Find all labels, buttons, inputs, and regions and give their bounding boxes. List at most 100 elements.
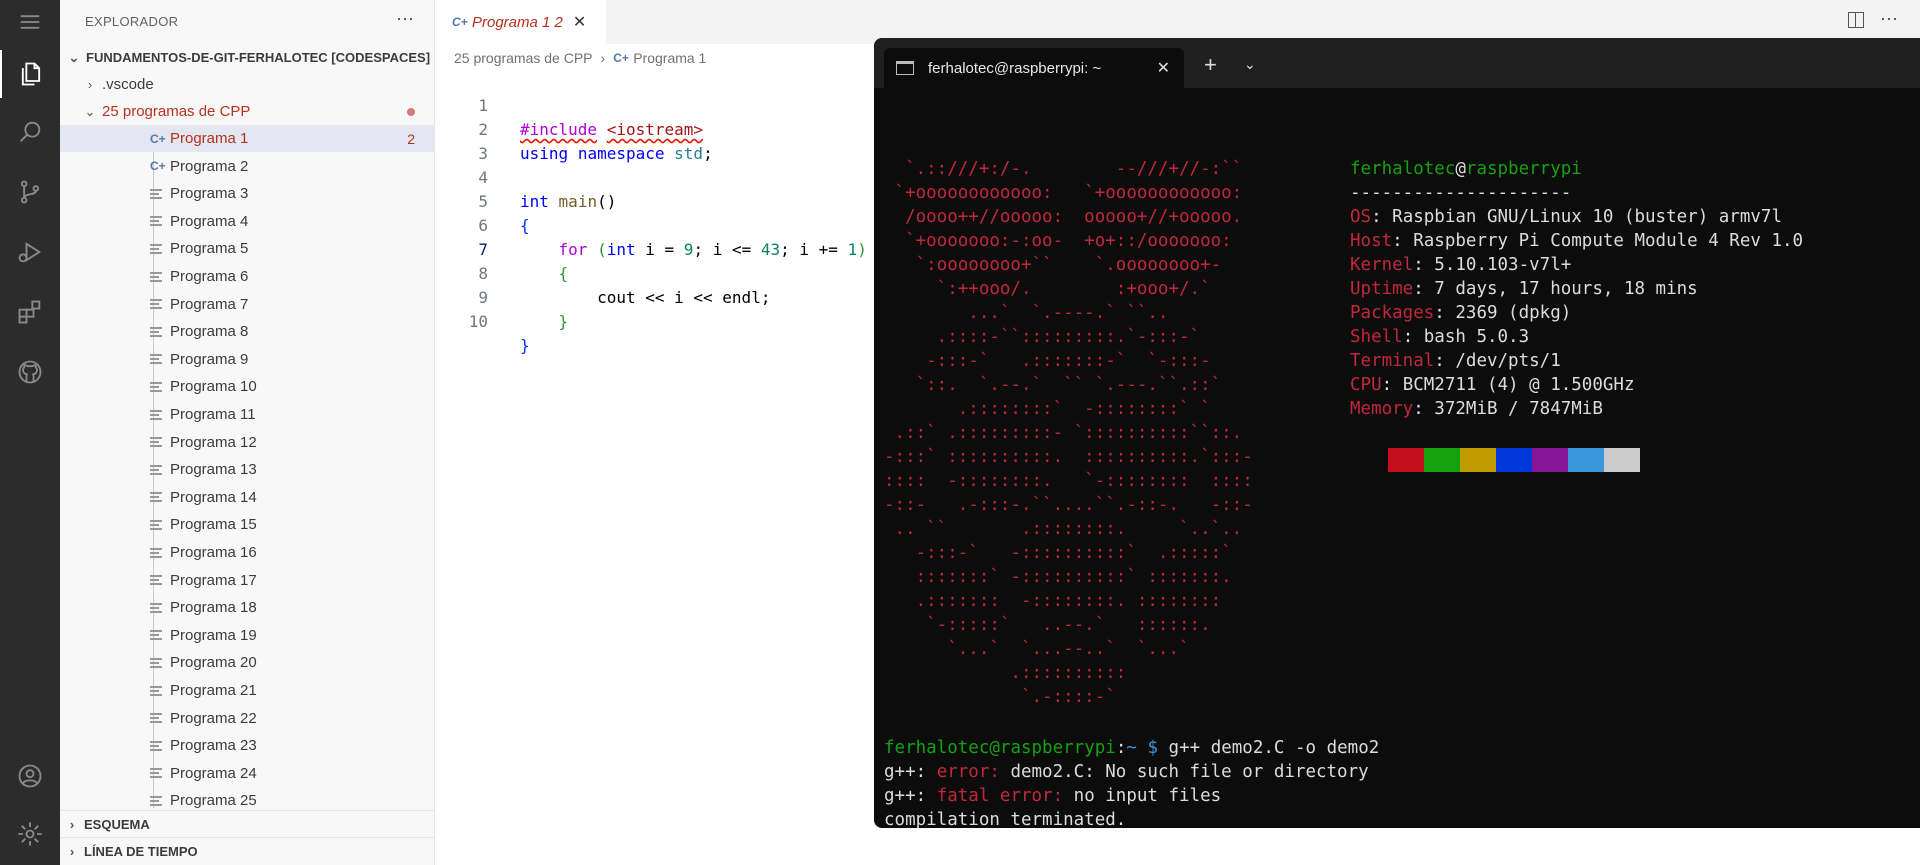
info-value: 372MiB / 7847MiB (1434, 399, 1603, 419)
search-icon[interactable] (0, 108, 60, 156)
file-item[interactable]: Programa 11 (60, 401, 435, 428)
tab-label: Programa 1 2 (472, 13, 563, 31)
cpp-file-icon: C+ (150, 131, 166, 146)
source-control-icon[interactable] (0, 168, 60, 216)
code-line: 3 (436, 118, 494, 163)
github-icon[interactable] (0, 348, 60, 396)
file-item[interactable]: Programa 13 (60, 456, 435, 483)
color-swatch (1424, 448, 1460, 472)
info-value: /dev/pts/1 (1455, 351, 1561, 371)
file-item[interactable]: Programa 21 (60, 677, 435, 704)
run-debug-icon[interactable] (0, 228, 60, 276)
file-item[interactable]: Programa 24 (60, 760, 435, 787)
outline-section[interactable]: › ESQUEMA (60, 810, 435, 837)
file-item[interactable]: Programa 20 (60, 649, 435, 676)
file-item[interactable]: Programa 16 (60, 539, 435, 566)
split-editor-icon[interactable] (1848, 12, 1864, 28)
info-value: 5.10.103-v7l+ (1434, 255, 1572, 275)
info-host: raspberrypi (1465, 159, 1582, 179)
info-value: bash 5.0.3 (1423, 327, 1530, 347)
text-file-icon (150, 519, 162, 530)
close-icon[interactable]: ✕ (1157, 58, 1170, 78)
file-item[interactable]: Programa 17 (60, 567, 435, 594)
file-item[interactable]: Programa 3 (60, 180, 435, 207)
terminal-window[interactable]: ferhalotec@raspberrypi: ~ ✕ + ⌄ `.::///+… (874, 38, 1920, 828)
file-item[interactable]: C+ Programa 1 2 (60, 125, 435, 152)
file-item[interactable]: Programa 5 (60, 235, 435, 262)
file-item-label: Programa 14 (170, 488, 257, 506)
error-text: demo2.C: No such file or directory (999, 762, 1369, 782)
file-item[interactable]: Programa 18 (60, 594, 435, 621)
text-file-icon (150, 492, 162, 503)
file-item[interactable]: Programa 22 (60, 705, 435, 732)
file-item[interactable]: Programa 6 (60, 263, 435, 290)
menu-icon[interactable] (0, 0, 60, 44)
error-prefix: g++: (884, 786, 937, 806)
file-item[interactable]: Programa 12 (60, 429, 435, 456)
line-number: 10 (468, 312, 488, 331)
more-actions-icon[interactable]: ··· (1880, 8, 1898, 29)
error-tag: error: (936, 762, 1000, 782)
workspace-root[interactable]: ⌄ FUNDAMENTOS-DE-GIT-FERHALOTEC [CODESPA… (60, 44, 435, 71)
file-item[interactable]: Programa 23 (60, 732, 435, 759)
folder-cpp-programs[interactable]: ⌄ 25 programas de CPP (60, 98, 435, 125)
more-actions-icon[interactable]: ··· (396, 8, 414, 29)
file-item-label: Programa 6 (170, 268, 249, 285)
timeline-section[interactable]: › LÍNEA DE TIEMPO (60, 837, 435, 864)
workspace-root-label: FUNDAMENTOS-DE-GIT-FERHALOTEC [CODESPACE… (86, 50, 431, 65)
file-item-label: Programa 7 (170, 295, 249, 313)
prompt-host: raspberrypi (999, 738, 1116, 758)
file-item-label: Programa 11 (170, 406, 256, 423)
text-file-icon (150, 575, 162, 586)
file-item-label: Programa 2 (170, 157, 249, 175)
code-line: 2 using namespace std; (436, 94, 712, 163)
text-file-icon (150, 271, 162, 282)
error-count-badge: 2 (407, 130, 415, 147)
close-icon[interactable]: ✕ (573, 12, 586, 32)
folder-vscode[interactable]: › .vscode (60, 71, 435, 98)
text-file-icon (150, 547, 162, 558)
account-icon[interactable] (0, 752, 60, 800)
file-item[interactable]: Programa 9 (60, 346, 435, 373)
file-item[interactable]: Programa 19 (60, 622, 435, 649)
explorer-icon[interactable] (0, 50, 60, 98)
text-file-icon (150, 188, 162, 199)
code-line: 9 } (436, 262, 568, 331)
info-value: Raspbian GNU/Linux 10 (buster) armv7l (1392, 207, 1782, 227)
file-item[interactable]: Programa 10 (60, 373, 435, 400)
text-file-icon (150, 381, 162, 392)
color-swatch (1604, 448, 1640, 472)
file-item-label: Programa 19 (170, 626, 257, 644)
file-item-label: Programa 16 (170, 544, 257, 561)
command-text: g++ demo2.C -o demo2 (1168, 738, 1380, 758)
info-key: Terminal (1350, 351, 1435, 371)
file-item[interactable]: Programa 15 (60, 511, 435, 538)
file-item[interactable]: Programa 4 (60, 208, 435, 235)
outline-label: ESQUEMA (84, 816, 150, 832)
breadcrumb-folder[interactable]: 25 programas de CPP (454, 50, 593, 66)
chevron-right-icon: › (87, 77, 93, 92)
color-swatch (1532, 448, 1568, 472)
breadcrumb-file[interactable]: Programa 1 (633, 50, 706, 66)
folder-cpp-programs-label: 25 programas de CPP (102, 103, 251, 120)
chevron-right-icon: › (69, 843, 75, 859)
settings-gear-icon[interactable] (0, 810, 60, 858)
folder-vscode-label: .vscode (102, 76, 154, 93)
chevron-down-icon: ⌄ (84, 103, 96, 119)
file-item[interactable]: Programa 7 (60, 291, 435, 318)
text-file-icon (150, 602, 162, 613)
file-item[interactable]: Programa 8 (60, 318, 435, 345)
file-item-label: Programa 20 (170, 654, 257, 672)
info-key: Shell (1350, 327, 1403, 347)
file-item-label: Programa 24 (170, 764, 257, 782)
compilation-terminated-text: compilation terminated. (884, 810, 1127, 828)
terminal-tab[interactable]: ferhalotec@raspberrypi: ~ ✕ (884, 48, 1184, 88)
new-tab-icon[interactable]: + (1204, 52, 1217, 78)
file-item[interactable]: Programa 14 (60, 484, 435, 511)
chevron-down-icon[interactable]: ⌄ (1244, 56, 1256, 73)
info-user: ferhalotec (1350, 159, 1456, 179)
code-line: 6 for (int i = 9; i <= 43; i += 1) (436, 190, 867, 259)
file-item[interactable]: C+ Programa 2 (60, 153, 435, 180)
extensions-icon[interactable] (0, 288, 60, 336)
tab-programa-1[interactable]: C+ Programa 1 2 ✕ (436, 0, 606, 44)
